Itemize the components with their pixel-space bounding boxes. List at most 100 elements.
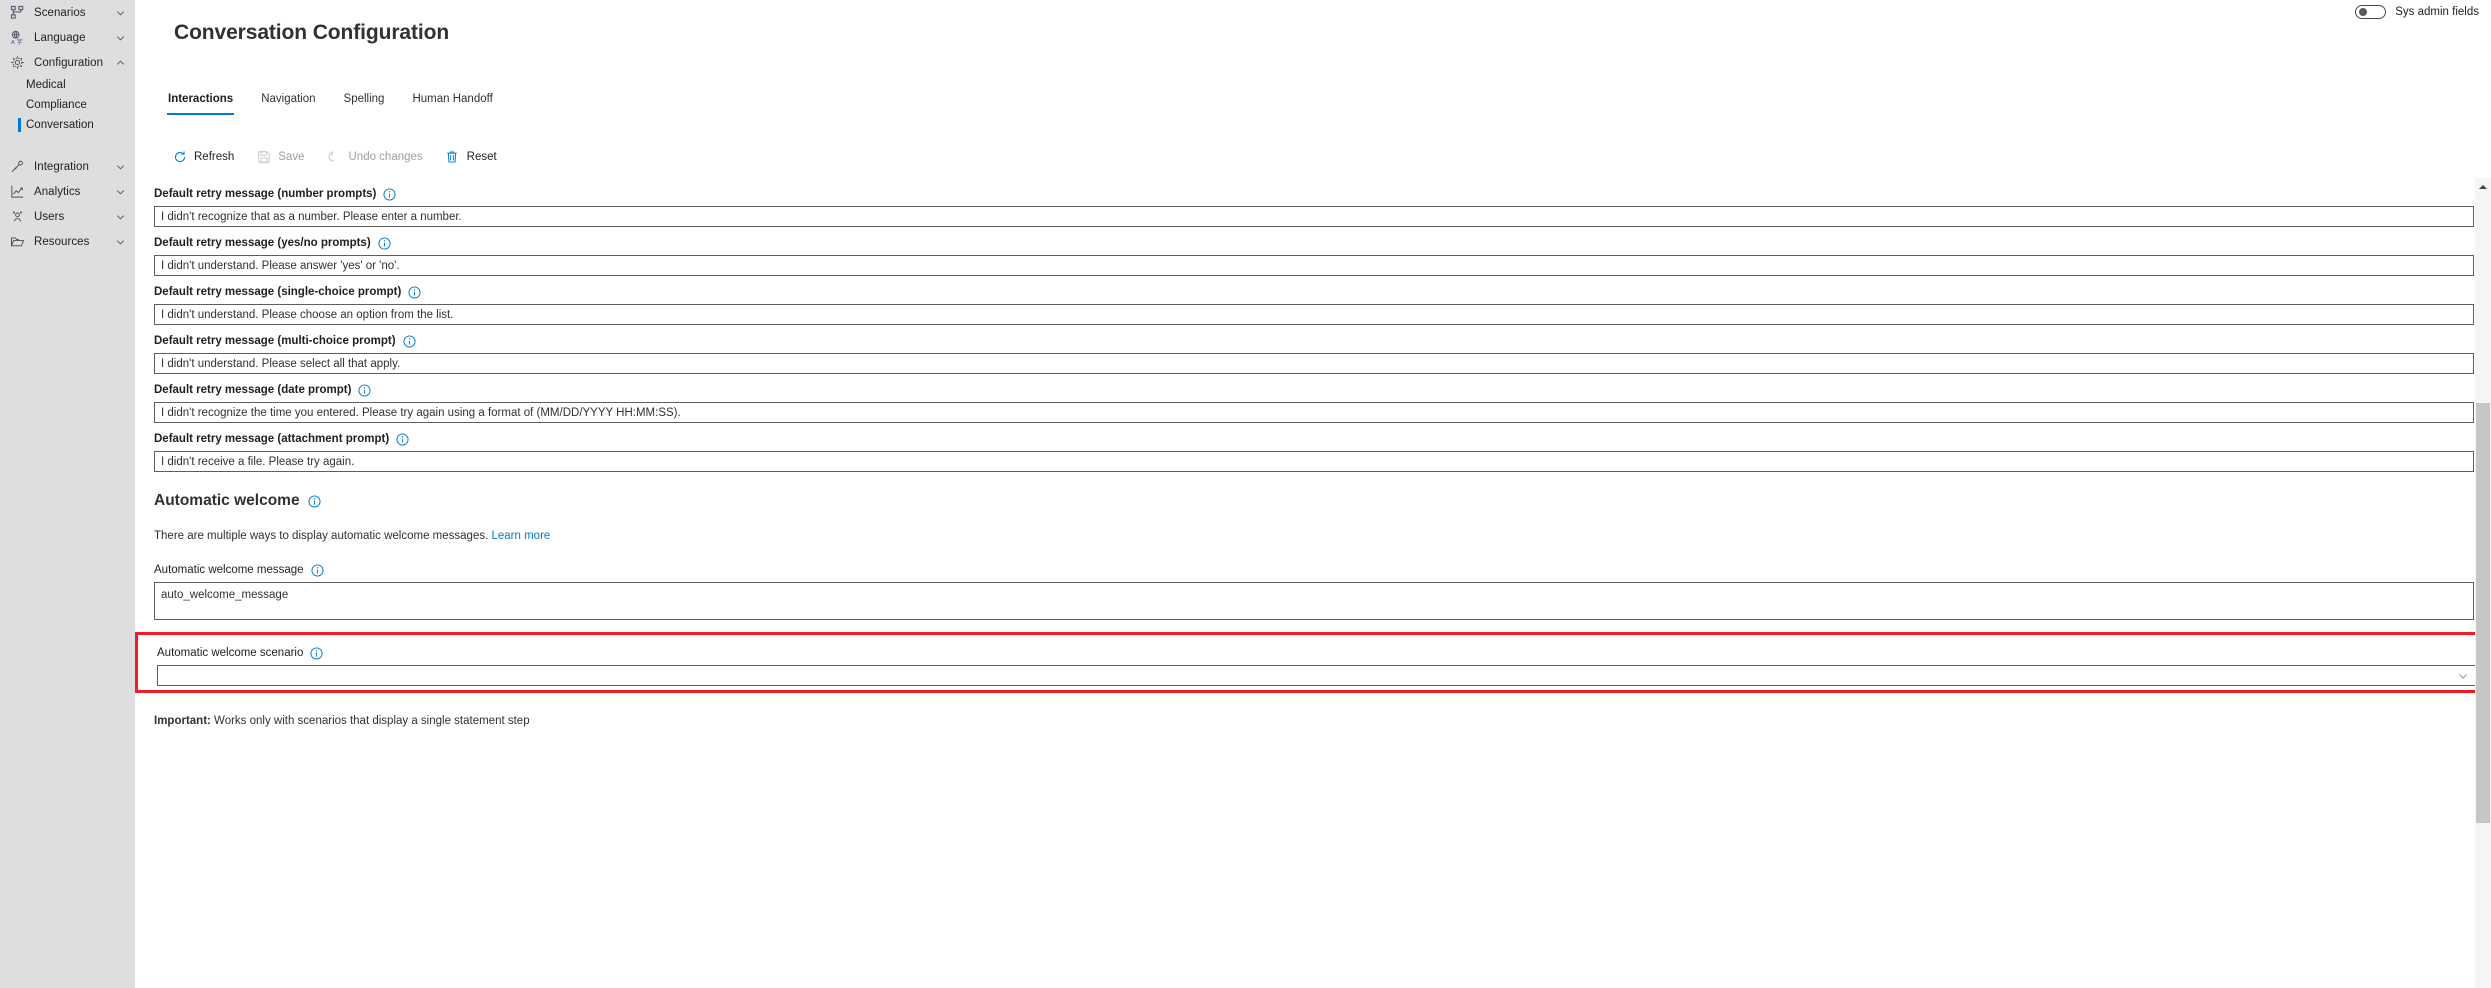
triangle-up-icon	[2479, 185, 2487, 189]
sidebar-item-label: Scenarios	[34, 6, 86, 19]
info-icon[interactable]	[383, 187, 396, 201]
sidebar-item-resources[interactable]: Resources	[0, 229, 135, 254]
svg-text:字: 字	[16, 38, 22, 45]
plug-icon	[8, 159, 26, 175]
important-prefix: Important:	[154, 715, 211, 727]
date-prompt-input[interactable]	[154, 402, 2474, 423]
page-title: Conversation Configuration	[174, 21, 450, 44]
sidebar-sub-label: Compliance	[26, 99, 87, 111]
sidebar-item-medical[interactable]: Medical	[0, 75, 135, 95]
field-label-row: Default retry message (date prompt)	[154, 380, 2475, 400]
chevron-down-icon[interactable]	[115, 236, 126, 247]
sidebar-item-label: Integration	[34, 160, 89, 173]
tab-label: Interactions	[168, 93, 234, 105]
field-single-choice-prompt: Default retry message (single-choice pro…	[154, 282, 2475, 325]
chevron-down-icon[interactable]	[115, 186, 126, 197]
field-date-prompt: Default retry message (date prompt)	[154, 380, 2475, 423]
sidebar-item-language[interactable]: A 字 Language	[0, 25, 135, 50]
sidebar-item-analytics[interactable]: Analytics	[0, 179, 135, 204]
toolbar: Refresh Save Undo changes Reset	[162, 145, 509, 168]
sidebar-item-integration[interactable]: Integration	[0, 154, 135, 179]
yes-no-prompts-input[interactable]	[154, 255, 2474, 276]
number-prompts-input[interactable]	[154, 206, 2474, 227]
section-title: Automatic welcome	[154, 492, 300, 509]
info-icon[interactable]	[408, 285, 421, 299]
chevron-up-icon[interactable]	[115, 57, 126, 68]
info-icon[interactable]	[378, 236, 391, 250]
sys-admin-fields-toggle[interactable]	[2355, 5, 2387, 19]
single-choice-prompt-input[interactable]	[154, 304, 2474, 325]
tab-label: Spelling	[343, 93, 385, 105]
sidebar-item-users[interactable]: Users	[0, 204, 135, 229]
sys-admin-fields-toggle-group[interactable]: Sys admin fields	[2355, 5, 2479, 19]
save-label: Save	[278, 150, 305, 163]
field-label-row: Default retry message (attachment prompt…	[154, 429, 2475, 449]
chart-line-icon	[8, 184, 26, 200]
info-icon[interactable]	[311, 563, 324, 577]
sidebar-sub-label: Medical	[26, 79, 66, 91]
save-icon	[256, 149, 271, 164]
sidebar-item-conversation[interactable]: Conversation	[0, 115, 135, 135]
field-label: Automatic welcome scenario	[157, 647, 304, 659]
automatic-welcome-scenario-select[interactable]	[157, 665, 2477, 686]
field-label: Default retry message (multi-choice prom…	[154, 335, 396, 347]
info-icon[interactable]	[310, 646, 323, 660]
field-label: Default retry message (yes/no prompts)	[154, 237, 371, 249]
sidebar-item-label: Language	[34, 31, 86, 44]
chevron-down-icon[interactable]	[115, 211, 126, 222]
sidebar-item-compliance[interactable]: Compliance	[0, 95, 135, 115]
toggle-knob	[2359, 8, 2368, 16]
undo-changes-label: Undo changes	[348, 150, 423, 163]
info-icon[interactable]	[403, 334, 416, 348]
automatic-welcome-scenario-highlight: Automatic welcome scenario	[135, 632, 2491, 693]
app-root: Scenarios A 字 Language Configuration Med…	[0, 0, 2491, 988]
chevron-down-icon[interactable]	[115, 161, 126, 172]
people-icon	[8, 209, 26, 225]
reset-button[interactable]: Reset	[435, 145, 509, 168]
learn-more-link[interactable]: Learn more	[491, 530, 550, 542]
settings-form: Default retry message (number prompts) D…	[135, 184, 2491, 727]
chevron-down-icon[interactable]	[115, 7, 126, 18]
automatic-welcome-message-input[interactable]: auto_welcome_message	[154, 582, 2474, 620]
main-content: Sys admin fields Conversation Configurat…	[135, 0, 2491, 988]
info-icon[interactable]	[358, 383, 372, 397]
info-icon[interactable]	[308, 494, 321, 508]
vertical-scrollbar[interactable]	[2475, 178, 2491, 988]
gear-icon	[8, 55, 26, 71]
tab-human-handoff[interactable]: Human Handoff	[398, 92, 506, 115]
tab-interactions[interactable]: Interactions	[154, 92, 247, 115]
field-label-row: Default retry message (multi-choice prom…	[154, 331, 2475, 351]
sidebar-item-label: Analytics	[34, 185, 81, 198]
field-label: Automatic welcome message	[154, 564, 304, 576]
undo-icon	[327, 149, 342, 164]
tab-bar: Interactions Navigation Spelling Human H…	[154, 92, 507, 115]
scroll-up-button[interactable]	[2475, 180, 2491, 194]
tab-label: Navigation	[261, 93, 316, 105]
scrollbar-thumb[interactable]	[2476, 403, 2490, 823]
multi-choice-prompt-input[interactable]	[154, 353, 2474, 374]
sidebar-item-configuration[interactable]: Configuration	[0, 50, 135, 75]
refresh-button[interactable]: Refresh	[162, 145, 246, 168]
tab-spelling[interactable]: Spelling	[330, 92, 399, 115]
sidebar: Scenarios A 字 Language Configuration Med…	[0, 0, 135, 988]
field-multi-choice-prompt: Default retry message (multi-choice prom…	[154, 331, 2475, 374]
sitemap-icon	[8, 5, 26, 21]
tab-label: Human Handoff	[412, 93, 493, 105]
tab-navigation[interactable]: Navigation	[247, 92, 329, 115]
top-bar: Sys admin fields	[135, 0, 2491, 22]
field-label: Default retry message (attachment prompt…	[154, 433, 390, 445]
field-label-row: Automatic welcome scenario	[157, 643, 2491, 663]
undo-changes-button[interactable]: Undo changes	[317, 145, 435, 168]
attachment-prompt-input[interactable]	[154, 451, 2474, 472]
sidebar-item-label: Resources	[34, 235, 90, 248]
form-scroll-area: Default retry message (number prompts) D…	[135, 178, 2491, 988]
field-label-row: Default retry message (number prompts)	[154, 184, 2475, 204]
info-icon[interactable]	[396, 432, 409, 446]
field-automatic-welcome-message: Automatic welcome message auto_welcome_m…	[154, 560, 2475, 620]
sidebar-item-scenarios[interactable]: Scenarios	[0, 0, 135, 25]
helper-text-body: There are multiple ways to display autom…	[154, 530, 489, 542]
sidebar-item-label: Configuration	[34, 56, 104, 69]
chevron-down-icon[interactable]	[115, 32, 126, 43]
save-button[interactable]: Save	[246, 145, 316, 168]
